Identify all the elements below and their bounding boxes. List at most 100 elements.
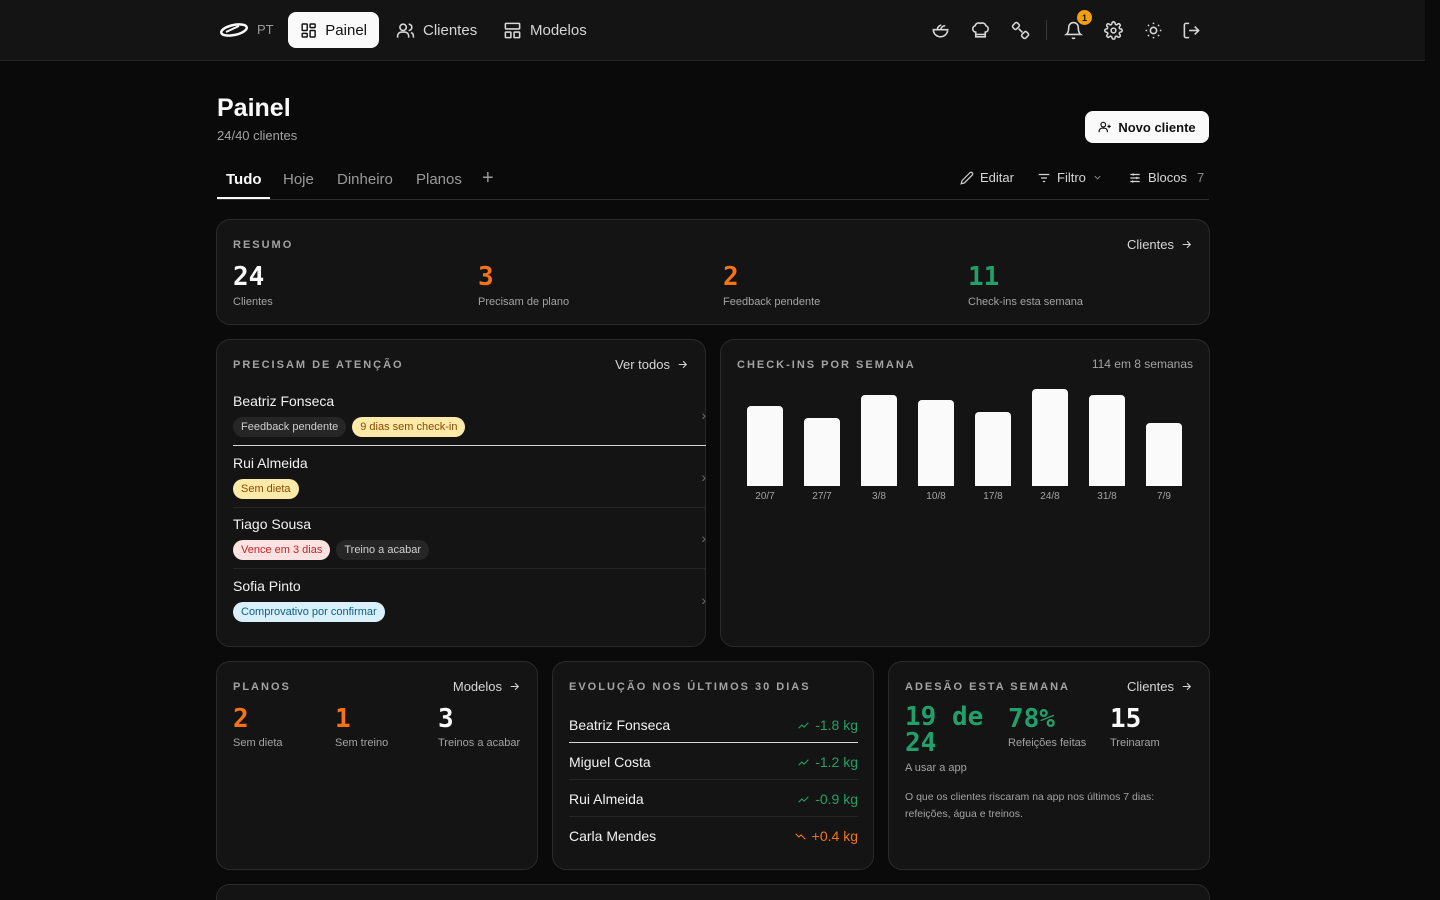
chevron-right-icon: ›	[701, 469, 706, 485]
tabs-divider	[217, 199, 1209, 200]
food-icon[interactable]	[929, 19, 951, 41]
app-usage-value: 19 de 24	[905, 702, 984, 758]
trend-up-icon	[794, 832, 806, 840]
adherence-clients-link[interactable]: Clientes	[1127, 679, 1193, 694]
logo-icon[interactable]	[219, 20, 249, 40]
chevron-down-icon	[1094, 175, 1101, 180]
meals-done-value: 78%	[1008, 704, 1055, 734]
next-card	[216, 884, 1210, 900]
nav-modelos[interactable]: Modelos	[491, 12, 599, 48]
stat-checkins-label: Check-ins esta semana	[968, 296, 1083, 308]
adherence-card: ADESÃO ESTA SEMANA Clientes 19 de 24 A u…	[888, 661, 1210, 870]
chart-x-label: 7/9	[1157, 491, 1171, 502]
adherence-title: ADESÃO ESTA SEMANA	[905, 681, 1070, 693]
nav-painel-label: Painel	[325, 21, 367, 39]
attention-row[interactable]: Tiago Sousa Vence em 3 dias Treino a aca…	[233, 508, 706, 569]
attention-card: PRECISAM DE ATENÇÃO Ver todos Beatriz Fo…	[216, 339, 706, 647]
evolution-row[interactable]: Carla Mendes +0.4 kg	[569, 817, 858, 854]
client-name: Beatriz Fonseca	[233, 393, 335, 409]
attention-title: PRECISAM DE ATENÇÃO	[233, 359, 404, 371]
gear-icon[interactable]	[1102, 19, 1124, 41]
plans-card: PLANOS Modelos 2 Sem dieta 1 Sem treino …	[216, 661, 538, 870]
summary-card: RESUMO Clientes 24 Clientes 3 Precisam d…	[216, 219, 1210, 325]
chart-bar	[747, 406, 783, 486]
edit-button[interactable]: Editar	[960, 170, 1014, 185]
edit-label: Editar	[980, 170, 1014, 185]
client-name: Sofia Pinto	[233, 578, 301, 594]
plans-title: PLANOS	[233, 681, 291, 693]
language-selector[interactable]: PT	[257, 22, 274, 37]
summary-clients-link[interactable]: Clientes	[1127, 237, 1193, 252]
attention-row[interactable]: Beatriz Fonseca Feedback pendente 9 dias…	[233, 385, 706, 446]
stat-clients-value: 24	[233, 262, 265, 292]
weight-change: -0.9 kg	[797, 791, 858, 807]
stat-checkins-value: 11	[968, 262, 1000, 292]
tab-planos[interactable]: Planos	[416, 171, 462, 188]
stat-no-workout-value: 1	[335, 704, 351, 734]
stat-need-plan-label: Precisam de plano	[478, 296, 570, 308]
new-client-button[interactable]: Novo cliente	[1085, 111, 1209, 143]
client-name: Miguel Costa	[569, 754, 651, 770]
tab-dinheiro[interactable]: Dinheiro	[337, 171, 393, 188]
pencil-icon	[960, 171, 974, 185]
attention-row[interactable]: Sofia Pinto Comprovativo por confirmar ›	[233, 570, 706, 631]
stat-workouts-ending-label: Treinos a acabar	[438, 737, 521, 749]
dumbbell-icon[interactable]	[1009, 19, 1031, 41]
app-usage-label: A usar a app	[905, 762, 967, 774]
blocks-button[interactable]: Blocos 7	[1128, 170, 1204, 185]
chart-bar	[1032, 389, 1068, 486]
weight-change: +0.4 kg	[794, 828, 858, 844]
client-name: Rui Almeida	[233, 455, 308, 471]
arrow-right-icon	[510, 682, 520, 691]
stat-feedback-value: 2	[723, 262, 739, 292]
filter-label: Filtro	[1057, 170, 1086, 185]
trend-down-icon	[798, 758, 809, 766]
view-all-link[interactable]: Ver todos	[615, 357, 689, 372]
client-count: 24/40 clientes	[217, 128, 298, 143]
logout-icon[interactable]	[1180, 19, 1202, 41]
sun-icon[interactable]	[1142, 19, 1164, 41]
chart-x-label: 27/7	[812, 491, 832, 502]
blocks-count: 7	[1197, 170, 1205, 185]
chart-x-label: 24/8	[1040, 491, 1060, 502]
summary-link-label: Clientes	[1127, 237, 1174, 252]
scrollbar[interactable]	[1425, 0, 1440, 900]
stat-need-plan-value: 3	[478, 262, 494, 292]
client-name: Rui Almeida	[569, 791, 644, 807]
weight-change-value: +0.4 kg	[811, 828, 858, 844]
chevron-right-icon: ›	[701, 530, 706, 546]
filter-dropdown[interactable]: Filtro	[1037, 170, 1103, 185]
chart-x-label: 31/8	[1097, 491, 1117, 502]
stat-no-diet-label: Sem dieta	[233, 737, 283, 749]
templates-link[interactable]: Modelos	[453, 679, 521, 694]
nav-painel[interactable]: Painel	[288, 12, 379, 48]
status-badge: Sem dieta	[233, 479, 299, 499]
evolution-card: EVOLUÇÃO NOS ÚLTIMOS 30 DIAS Beatriz Fon…	[552, 661, 874, 870]
add-tab-button[interactable]: +	[482, 167, 494, 190]
chevron-right-icon: ›	[701, 592, 706, 608]
templates-icon	[504, 22, 521, 38]
evolution-title: EVOLUÇÃO NOS ÚLTIMOS 30 DIAS	[569, 681, 811, 693]
arrow-right-icon	[1182, 240, 1192, 249]
chart-bar	[804, 418, 840, 486]
chart-x-label: 10/8	[926, 491, 946, 502]
evolution-row[interactable]: Miguel Costa -1.2 kg	[569, 743, 858, 780]
chart-bar	[861, 395, 897, 486]
sliders-icon	[1130, 172, 1140, 183]
trend-down-icon	[798, 795, 809, 803]
nav-clientes[interactable]: Clientes	[384, 12, 489, 48]
new-client-label: Novo cliente	[1118, 119, 1196, 135]
evolution-row[interactable]: Beatriz Fonseca -1.8 kg	[569, 706, 858, 743]
status-badge: 9 dias sem check-in	[352, 417, 466, 437]
trained-value: 15	[1110, 704, 1142, 734]
status-badge: Feedback pendente	[233, 417, 347, 437]
checkins-bar-chart: 20/7 27/7 3/8 10/8 17/8 24/8 31/8 7/9	[721, 340, 1209, 646]
checkins-card: CHECK-INS POR SEMANA 114 em 8 semanas 20…	[720, 339, 1210, 647]
tab-hoje[interactable]: Hoje	[283, 171, 314, 188]
attention-row[interactable]: Rui Almeida Sem dieta ›	[233, 447, 706, 508]
chef-hat-icon[interactable]	[969, 19, 991, 41]
client-name: Tiago Sousa	[233, 516, 312, 532]
filter-icon	[1038, 173, 1050, 182]
tab-tudo[interactable]: Tudo	[226, 171, 262, 188]
evolution-row[interactable]: Rui Almeida -0.9 kg	[569, 780, 858, 817]
